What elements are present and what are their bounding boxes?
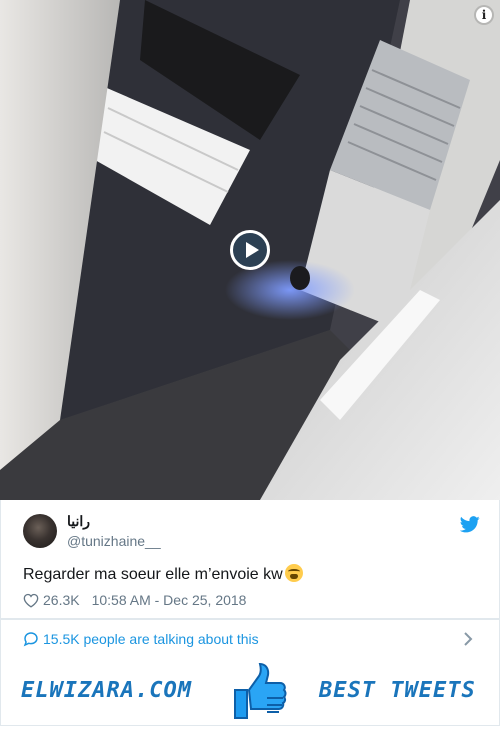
user-handle[interactable]: @tunizhaine__ <box>67 533 161 549</box>
loudly-crying-face-icon <box>284 564 303 582</box>
tweet-meta: 26.3K 10:58 AM - Dec 25, 2018 <box>23 592 246 608</box>
tweet-timestamp[interactable]: 10:58 AM - Dec 25, 2018 <box>92 592 247 608</box>
tweet-text-content: Regarder ma soeur elle m’envoie kw <box>23 566 283 583</box>
conversation-label: 15.5K people are talking about this <box>43 631 259 647</box>
chevron-right-icon <box>464 632 473 646</box>
play-icon <box>246 242 259 258</box>
speech-bubble-icon <box>23 632 38 647</box>
play-button[interactable] <box>230 230 270 270</box>
thumbs-up-icon <box>234 662 287 719</box>
display-name[interactable]: رانيا <box>67 513 90 530</box>
banner-tagline: BEST TWEETS <box>319 678 476 703</box>
like-count[interactable]: 26.3K <box>43 592 80 608</box>
site-banner[interactable]: ELWIZARA.COM BEST TWEETS <box>0 658 500 726</box>
conversation-link[interactable]: 15.5K people are talking about this <box>0 619 500 659</box>
tweet-card: رانيا @tunizhaine__ Regarder ma soeur el… <box>0 500 500 619</box>
banner-site-name: ELWIZARA.COM <box>21 678 192 703</box>
twitter-bird-icon[interactable] <box>460 516 480 533</box>
avatar[interactable] <box>23 514 57 548</box>
tweet-text: Regarder ma soeur elle m’envoie kw <box>23 564 303 584</box>
tweet-video[interactable]: i <box>0 0 500 500</box>
info-icon[interactable]: i <box>476 7 492 23</box>
heart-icon[interactable] <box>23 593 39 608</box>
